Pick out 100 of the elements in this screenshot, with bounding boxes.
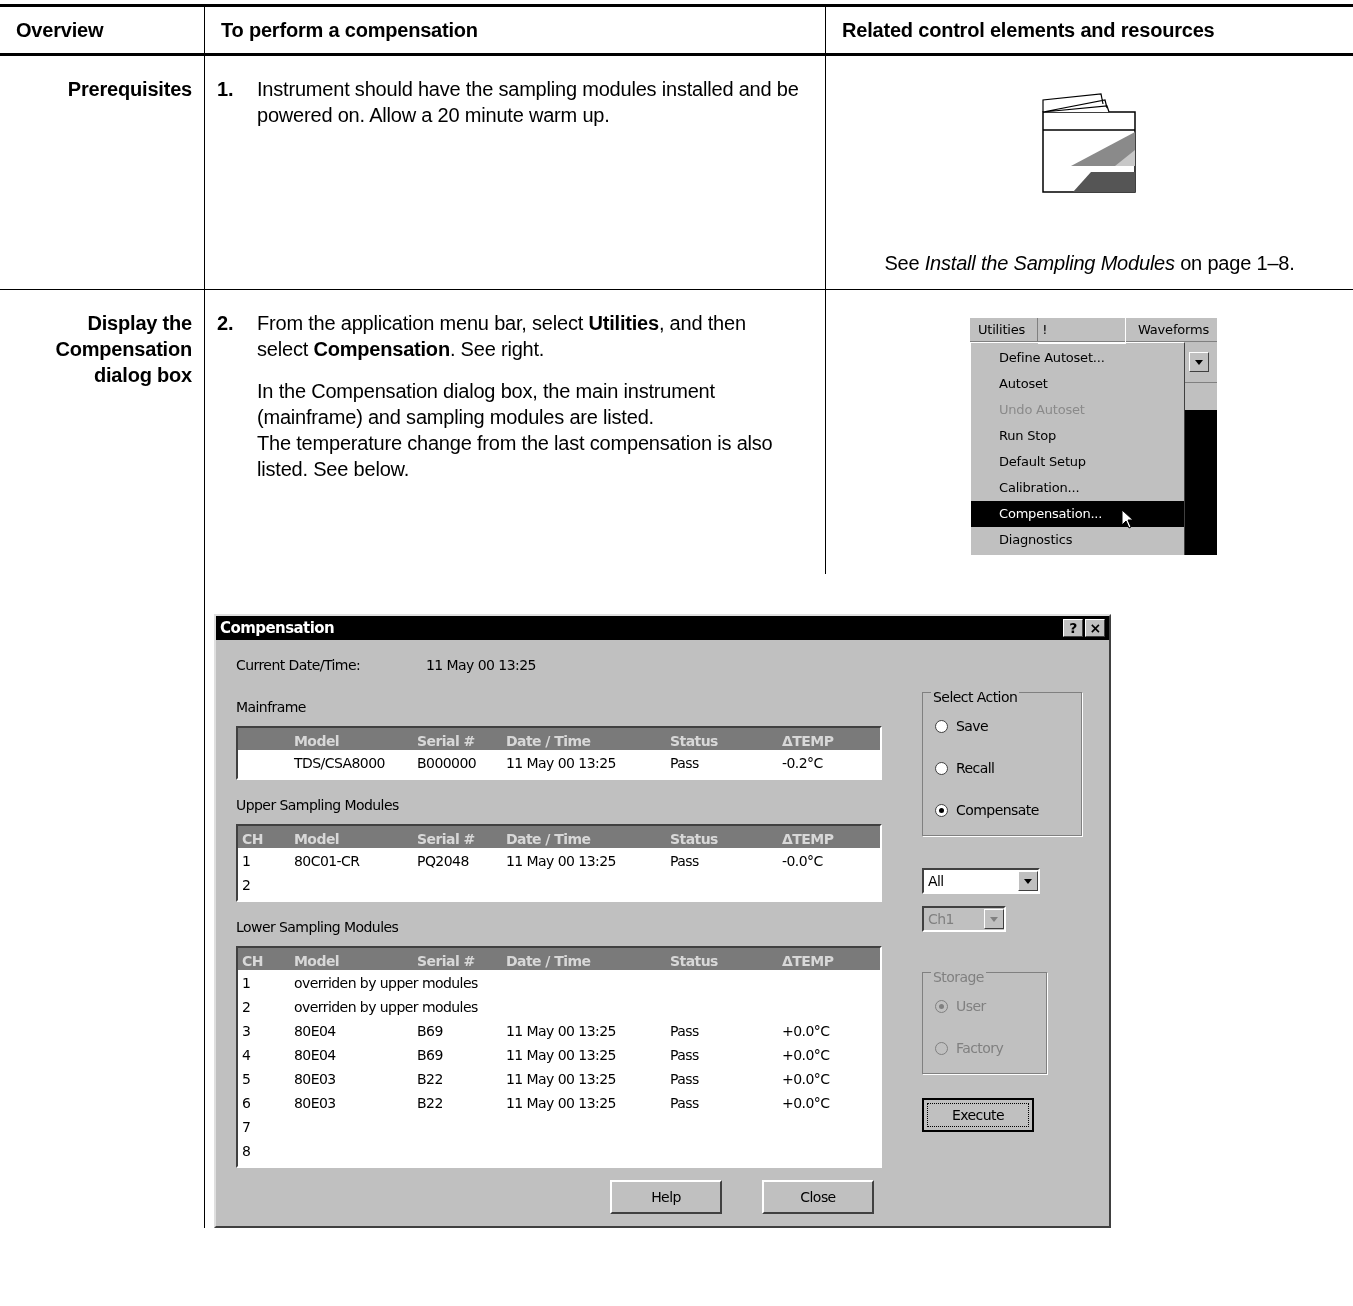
table-cell-text: 2: [242, 876, 252, 895]
table-cell-text: 80E04: [294, 1046, 337, 1065]
window-title: Compensation: [220, 618, 335, 639]
column-header: CH: [242, 830, 264, 849]
title-bar-button[interactable]: ?: [1063, 619, 1083, 637]
table-cell-text: +0.0°C: [782, 1070, 831, 1089]
row-label: Prerequisites: [67, 78, 192, 100]
table-cell-text: 2: [242, 998, 252, 1017]
table-cell-text: 11 May 00 13:25: [506, 754, 617, 773]
radio-button[interactable]: [935, 719, 948, 733]
table-cell-text: -0.2°C: [782, 754, 824, 773]
dialog-button[interactable]: Help: [610, 1180, 722, 1214]
menu-item[interactable]: Compensation...: [971, 501, 1184, 527]
table-cell-text: 80E04: [294, 1022, 337, 1041]
dialog-button[interactable]: Close: [762, 1180, 874, 1214]
step-text: In the Compensation dialog box, the main instrument (mainframe) and sampling modules are listed. The temperature change from the last compensation is also listed. See below.: [257, 379, 774, 482]
menu-item[interactable]: Autoset: [971, 371, 1184, 397]
menu-bar-item[interactable]: Waveforms: [1134, 318, 1213, 343]
table-cell-text: B22: [417, 1070, 444, 1089]
table-cell-text: +0.0°C: [782, 1094, 831, 1113]
column-header: Serial #: [417, 830, 476, 849]
table-cell-text: B69: [417, 1046, 444, 1065]
table-cell-text: B000000: [417, 754, 478, 773]
field-value: 11 May 00 13:25: [426, 656, 536, 675]
column-heading: To perform a compensation: [205, 7, 826, 53]
dropdown-field[interactable]: All: [922, 868, 1040, 894]
table-cell-text: B69: [417, 1022, 444, 1041]
table-cell-text: 5: [242, 1070, 252, 1089]
column-header: ΔTEMP: [782, 952, 835, 971]
column-header: CH: [242, 952, 264, 971]
table-cell-text: Pass: [670, 1094, 700, 1113]
table-cell-text: 6: [242, 1094, 252, 1113]
column-header: Date / Time: [506, 952, 592, 971]
column-header: Status: [670, 952, 719, 971]
step-text: From the application menu bar, select Utilities, and then select Compensation. See right.: [257, 311, 747, 362]
table-cell-text: 11 May 00 13:25: [506, 852, 617, 871]
table-cell-text: 11 May 00 13:25: [506, 1022, 617, 1041]
section-title: Mainframe: [236, 698, 307, 717]
dropdown-arrow-icon: [1195, 359, 1203, 365]
mouse-pointer-icon: [1121, 509, 1135, 529]
table-cell-text: Pass: [670, 1070, 700, 1089]
menu-bar-item[interactable]: Utilities: [974, 318, 1030, 343]
radio-label: Factory: [956, 1039, 1004, 1058]
dropdown-value: Ch1: [928, 910, 954, 929]
column-header: Serial #: [417, 732, 476, 751]
title-bar-button[interactable]: ×: [1085, 619, 1105, 637]
table-cell-text: overriden by upper modules: [294, 998, 479, 1017]
table-cell-text: Pass: [670, 852, 700, 871]
column-header: Date / Time: [506, 732, 592, 751]
step-number: 1.: [217, 77, 233, 102]
table-cell-text: 7: [242, 1118, 252, 1137]
table-cell-text: Pass: [670, 754, 700, 773]
table-cell-text: 80E03: [294, 1070, 337, 1089]
radio-label: Save: [956, 717, 989, 736]
column-header: Date / Time: [506, 830, 592, 849]
table-cell-text: 1: [242, 974, 252, 993]
step-number: 2.: [217, 311, 233, 336]
column-header: ΔTEMP: [782, 732, 835, 751]
table-cell-text: -0.0°C: [782, 852, 824, 871]
column-heading: Related control elements and resources: [841, 18, 1216, 43]
menu-item[interactable]: Calibration...: [971, 475, 1184, 501]
radio-label: Recall: [956, 759, 995, 778]
menu-item[interactable]: Define Autoset...: [971, 345, 1184, 371]
menu-bar-item[interactable]: !: [1037, 318, 1127, 344]
row-label: Display the Compensation dialog box: [54, 311, 192, 388]
table-cell-text: 11 May 00 13:25: [506, 1046, 617, 1065]
table-cell-text: 1: [242, 852, 252, 871]
table-cell-text: 80C01-CR: [294, 852, 361, 871]
table-cell-text: 80E03: [294, 1094, 337, 1113]
radio-button[interactable]: [935, 803, 948, 817]
radio-button[interactable]: [935, 761, 948, 775]
menu-item[interactable]: Default Setup: [971, 449, 1184, 475]
table-cell-text: 8: [242, 1142, 252, 1161]
table-cell-text: +0.0°C: [782, 1046, 831, 1065]
table-cell-text: Pass: [670, 1046, 700, 1065]
column-header: Serial #: [417, 952, 476, 971]
execute-button[interactable]: Execute: [922, 1098, 1034, 1132]
column-header: ΔTEMP: [782, 830, 835, 849]
dropdown-value: All: [928, 872, 944, 891]
table-cell-text: +0.0°C: [782, 1022, 831, 1041]
table-cell-text: Pass: [670, 1022, 700, 1041]
table-cell-text: 11 May 00 13:25: [506, 1070, 617, 1089]
step-text: Instrument should have the sampling modules installed and be powered on. Allow a 20 minute warm up.: [257, 77, 800, 128]
table-cell-text: B22: [417, 1094, 444, 1113]
column-header: Model: [294, 830, 341, 849]
field-label: Current Date/Time:: [236, 656, 362, 675]
table-cell-text: 4: [242, 1046, 252, 1065]
table-cell-text: 3: [242, 1022, 252, 1041]
radio-label: User: [956, 997, 986, 1016]
menu-item[interactable]: Run Stop: [971, 423, 1184, 449]
section-title: Upper Sampling Modules: [236, 796, 400, 815]
dropdown-arrow-icon: [1024, 878, 1032, 884]
radio-label: Compensate: [956, 801, 1039, 820]
menu-item[interactable]: Diagnostics: [971, 527, 1184, 553]
table-cell-text: 11 May 00 13:25: [506, 1094, 617, 1113]
column-heading: Overview: [0, 7, 205, 53]
reference-text: See Install the Sampling Modules on page 1–8.: [884, 251, 1295, 276]
column-header: Status: [670, 732, 719, 751]
table-cell-text: TDS/CSA8000: [294, 754, 386, 773]
dropdown-arrow-icon: [990, 916, 998, 922]
